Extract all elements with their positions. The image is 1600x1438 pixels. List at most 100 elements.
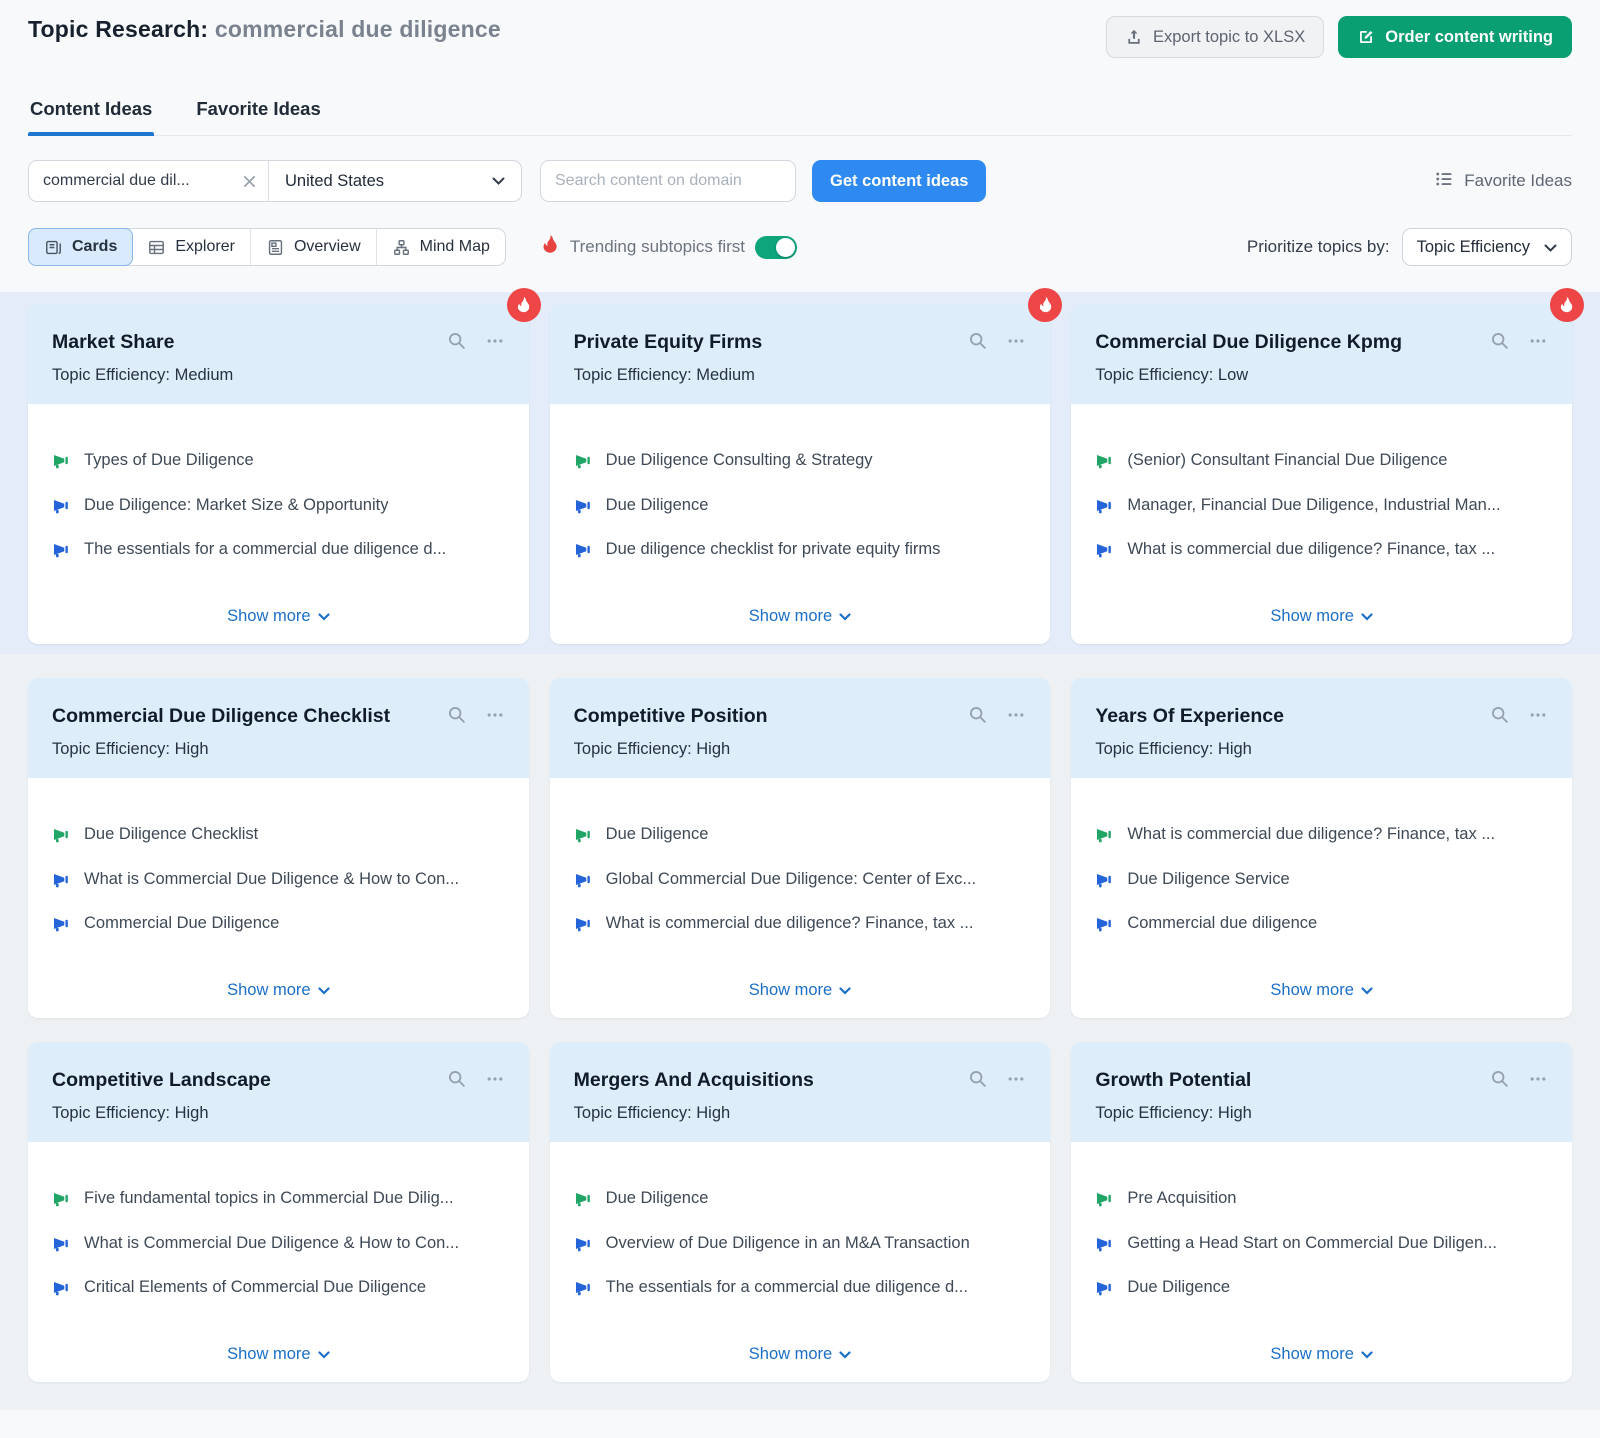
more-options-icon[interactable] xyxy=(485,705,505,725)
chevron-down-icon xyxy=(318,981,330,1000)
show-more-button[interactable]: Show more xyxy=(227,981,329,1000)
show-more-button[interactable]: Show more xyxy=(1270,607,1372,626)
subtopic-item[interactable]: Pre Acquisition xyxy=(1095,1188,1548,1209)
subtopic-item[interactable]: What is commercial due diligence? Financ… xyxy=(1095,824,1548,845)
show-more-button[interactable]: Show more xyxy=(1270,1345,1372,1364)
prioritize-select[interactable]: Topic Efficiency xyxy=(1402,228,1572,266)
subtopic-item[interactable]: Due Diligence Service xyxy=(1095,869,1548,890)
view-cards-button[interactable]: Cards xyxy=(28,228,133,266)
show-more-button[interactable]: Show more xyxy=(749,607,851,626)
subtopic-item[interactable]: Critical Elements of Commercial Due Dili… xyxy=(52,1277,505,1298)
subtopic-item[interactable]: (Senior) Consultant Financial Due Dilige… xyxy=(1095,450,1548,471)
subtopic-item[interactable]: Due Diligence xyxy=(1095,1277,1548,1298)
card-title: Commercial Due Diligence Checklist xyxy=(52,703,447,730)
search-icon[interactable] xyxy=(447,705,467,725)
search-icon[interactable] xyxy=(968,705,988,725)
more-options-icon[interactable] xyxy=(1528,705,1548,725)
prioritize-control: Prioritize topics by: Topic Efficiency xyxy=(1247,228,1572,266)
tab-favorite-ideas[interactable]: Favorite Ideas xyxy=(194,98,322,135)
more-options-icon[interactable] xyxy=(485,331,505,351)
subtopic-item[interactable]: Overview of Due Diligence in an M&A Tran… xyxy=(574,1233,1027,1254)
subtopic-item[interactable]: Global Commercial Due Diligence: Center … xyxy=(574,869,1027,890)
subtopic-text: Due Diligence xyxy=(606,495,709,516)
subtopic-item[interactable]: The essentials for a commercial due dili… xyxy=(574,1277,1027,1298)
search-icon[interactable] xyxy=(1490,331,1510,351)
card-body: Pre Acquisition Getting a Head Start on … xyxy=(1071,1142,1572,1382)
chevron-down-icon xyxy=(492,177,505,185)
more-options-icon[interactable] xyxy=(1006,331,1026,351)
subtopic-item[interactable]: What is Commercial Due Diligence & How t… xyxy=(52,869,505,890)
subtopic-item[interactable]: Commercial Due Diligence xyxy=(52,913,505,934)
search-icon[interactable] xyxy=(1490,705,1510,725)
subtopic-item[interactable]: What is commercial due diligence? Financ… xyxy=(1095,539,1548,560)
subtopic-item[interactable]: Due Diligence xyxy=(574,495,1027,516)
view-mindmap-button[interactable]: Mind Map xyxy=(377,229,505,265)
get-content-ideas-button[interactable]: Get content ideas xyxy=(812,160,986,202)
search-icon[interactable] xyxy=(968,331,988,351)
trending-fire-badge xyxy=(1028,288,1062,322)
more-options-icon[interactable] xyxy=(485,1069,505,1089)
subtopic-item[interactable]: Due Diligence xyxy=(574,824,1027,845)
card-title: Mergers And Acquisitions xyxy=(574,1067,969,1094)
show-more-button[interactable]: Show more xyxy=(227,607,329,626)
view-explorer-button[interactable]: Explorer xyxy=(132,229,251,265)
subtopic-item[interactable]: Types of Due Diligence xyxy=(52,450,505,471)
topic-card: Market Share Topic Efficiency: Medium xyxy=(28,304,529,644)
search-icon[interactable] xyxy=(1490,1069,1510,1089)
subtopic-item[interactable]: The essentials for a commercial due dili… xyxy=(52,539,505,560)
subtopic-item[interactable]: Getting a Head Start on Commercial Due D… xyxy=(1095,1233,1548,1254)
card-title: Years Of Experience xyxy=(1095,703,1490,730)
export-xlsx-button[interactable]: Export topic to XLSX xyxy=(1106,16,1324,58)
subtopic-text: Due diligence checklist for private equi… xyxy=(606,539,941,560)
topic-card: Commercial Due Diligence Kpmg Topic Effi… xyxy=(1071,304,1572,644)
domain-search-input[interactable] xyxy=(540,160,796,202)
tab-content-ideas[interactable]: Content Ideas xyxy=(28,98,154,135)
subtopic-item[interactable]: Due Diligence Consulting & Strategy xyxy=(574,450,1027,471)
cards-row-1: Market Share Topic Efficiency: Medium xyxy=(28,304,1572,644)
subtopic-text: Five fundamental topics in Commercial Du… xyxy=(84,1188,454,1209)
card-body: Due Diligence Consulting & Strategy Due … xyxy=(550,404,1051,644)
subtopic-item[interactable]: What is Commercial Due Diligence & How t… xyxy=(52,1233,505,1254)
topic-card: Growth Potential Topic Efficiency: High xyxy=(1071,1042,1572,1382)
keyword-input[interactable]: commercial due dil... xyxy=(29,161,269,201)
clear-keyword-icon[interactable] xyxy=(243,175,256,188)
edit-icon xyxy=(1357,28,1375,46)
show-more-button[interactable]: Show more xyxy=(227,1345,329,1364)
subtopic-item[interactable]: Due Diligence xyxy=(574,1188,1027,1209)
country-select[interactable]: United States xyxy=(269,161,521,201)
favorite-ideas-link[interactable]: Favorite Ideas xyxy=(1434,169,1572,194)
more-options-icon[interactable] xyxy=(1006,1069,1026,1089)
subtopic-item[interactable]: Five fundamental topics in Commercial Du… xyxy=(52,1188,505,1209)
subtopic-item[interactable]: Due diligence checklist for private equi… xyxy=(574,539,1027,560)
mindmap-icon xyxy=(392,238,411,257)
subtopic-text: Due Diligence xyxy=(606,1188,709,1209)
chevron-down-icon xyxy=(1361,607,1373,626)
more-options-icon[interactable] xyxy=(1006,705,1026,725)
order-content-writing-button[interactable]: Order content writing xyxy=(1338,16,1572,58)
search-icon[interactable] xyxy=(447,1069,467,1089)
topic-card: Commercial Due Diligence Checklist Topic… xyxy=(28,678,529,1018)
card-header: Competitive Landscape Topic Efficiency: … xyxy=(28,1042,529,1142)
subtopic-item[interactable]: Due Diligence: Market Size & Opportunity xyxy=(52,495,505,516)
more-options-icon[interactable] xyxy=(1528,331,1548,351)
subtopic-item[interactable]: Due Diligence Checklist xyxy=(52,824,505,845)
show-more-button[interactable]: Show more xyxy=(1270,981,1372,1000)
card-header: Market Share Topic Efficiency: Medium xyxy=(28,304,529,404)
chevron-down-icon xyxy=(1544,238,1557,257)
subtopic-item[interactable]: Commercial due diligence xyxy=(1095,913,1548,934)
subtopic-text: Commercial Due Diligence xyxy=(84,913,279,934)
subtopic-item[interactable]: Manager, Financial Due Diligence, Indust… xyxy=(1095,495,1548,516)
show-more-button[interactable]: Show more xyxy=(749,1345,851,1364)
search-icon[interactable] xyxy=(447,331,467,351)
keyword-value: commercial due dil... xyxy=(43,172,235,190)
search-icon[interactable] xyxy=(968,1069,988,1089)
topic-efficiency: Topic Efficiency: Medium xyxy=(574,366,1027,385)
subtopic-text: Due Diligence Checklist xyxy=(84,824,258,845)
topic-card: Years Of Experience Topic Efficiency: Hi… xyxy=(1071,678,1572,1018)
more-options-icon[interactable] xyxy=(1528,1069,1548,1089)
show-more-button[interactable]: Show more xyxy=(749,981,851,1000)
megaphone-icon xyxy=(52,451,71,470)
trending-toggle[interactable] xyxy=(755,236,797,259)
view-overview-button[interactable]: Overview xyxy=(251,229,377,265)
subtopic-item[interactable]: What is commercial due diligence? Financ… xyxy=(574,913,1027,934)
